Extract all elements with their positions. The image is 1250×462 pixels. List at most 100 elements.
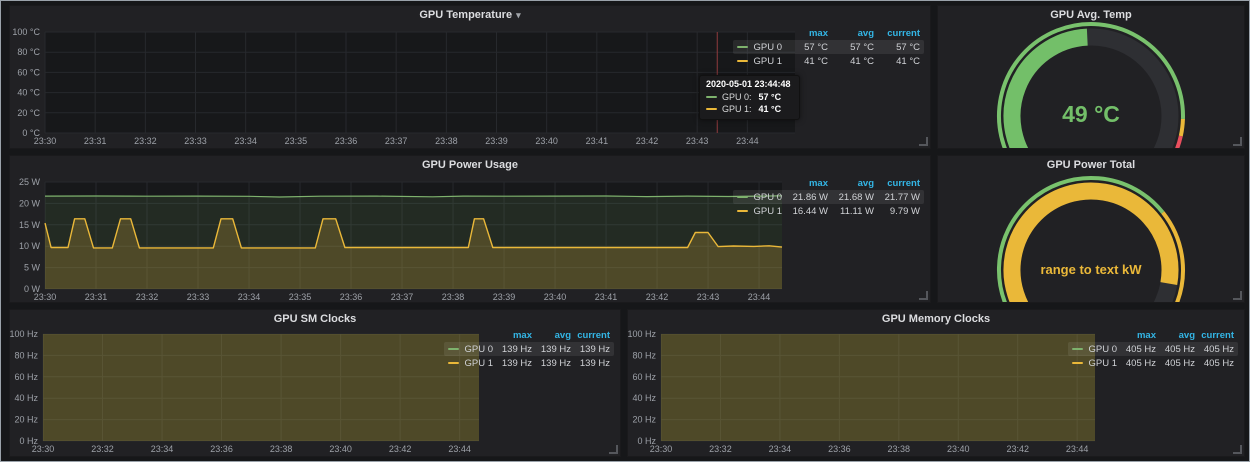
svg-text:40 Hz: 40 Hz [14,393,38,403]
svg-text:100 Hz: 100 Hz [628,329,656,339]
gauge-value-text: 49 °C [938,101,1244,127]
legend-stat-current: 9.79 W [874,206,920,217]
svg-text:0 Hz: 0 Hz [637,436,656,446]
svg-text:60 °C: 60 °C [17,67,40,77]
panel-title-gpu-power-total[interactable]: GPU Power Total [938,156,1244,174]
panel-title-gpu-avg-temp[interactable]: GPU Avg. Temp [938,6,1244,24]
panel-title-text: GPU SM Clocks [274,313,357,325]
panel-resize-handle[interactable] [1233,137,1242,146]
legend-series-gpu-1[interactable]: GPU 1139 Hz139 Hz139 Hz [444,356,614,370]
series-dash-icon [737,196,748,198]
svg-text:23:34: 23:34 [234,136,257,146]
svg-text:23:38: 23:38 [888,444,911,454]
legend-series-gpu-1[interactable]: GPU 1405 Hz405 Hz405 Hz [1068,356,1238,370]
legend-header-avg[interactable]: avg [828,178,874,189]
legend-header-max[interactable]: max [782,28,828,39]
svg-text:100 °C: 100 °C [12,27,40,37]
panel-resize-handle[interactable] [609,445,618,454]
panel-resize-handle[interactable] [919,291,928,300]
gpu-power-usage-legend: maxavgcurrentGPU 021.86 W21.68 W21.77 WG… [733,176,924,218]
legend-stat-avg: 11.11 W [828,206,874,217]
svg-text:23:40: 23:40 [535,136,558,146]
legend-series-gpu-1[interactable]: GPU 141 °C41 °C41 °C [733,54,924,68]
panel-title-gpu-memory-clocks[interactable]: GPU Memory Clocks [628,310,1244,328]
svg-text:23:36: 23:36 [210,444,233,454]
legend-header-max[interactable]: max [782,178,828,189]
legend-series-label: GPU 1 [448,358,493,369]
tooltip-series-value: 57 °C [759,92,782,102]
svg-text:23:34: 23:34 [769,444,792,454]
svg-text:23:44: 23:44 [736,136,759,146]
panel-title-gpu-temperature[interactable]: GPU Temperature▾ [10,6,930,24]
tooltip-series-name: GPU 0: [722,92,752,102]
svg-text:23:42: 23:42 [389,444,412,454]
graph-tooltip: 2020-05-01 23:44:48 GPU 0: 57 °C GPU 1: … [699,75,800,120]
svg-text:23:32: 23:32 [134,136,157,146]
svg-text:23:42: 23:42 [636,136,659,146]
series-dash-icon [448,362,459,364]
legend-header-avg[interactable]: avg [828,28,874,39]
legend-header-current[interactable]: current [571,330,610,341]
legend-header-row: maxavgcurrent [444,328,614,342]
legend-stat-max: 57 °C [782,42,828,53]
panel-title-text: GPU Power Usage [422,159,518,171]
legend-stat-max: 405 Hz [1117,358,1156,369]
svg-text:60 Hz: 60 Hz [632,372,656,382]
svg-text:23:38: 23:38 [270,444,293,454]
svg-text:23:37: 23:37 [385,136,408,146]
series-dash-icon [1072,348,1083,350]
gpu-sm-clocks-legend: maxavgcurrentGPU 0139 Hz139 Hz139 Hz GPU … [444,328,614,370]
panel-resize-handle[interactable] [919,137,928,146]
tooltip-series-value: 41 °C [759,104,782,114]
svg-text:23:40: 23:40 [544,292,567,302]
svg-text:0 °C: 0 °C [22,128,40,138]
panel-gpu-temperature: GPU Temperature▾ 23:3023:3123:3223:3323:… [9,5,931,149]
legend-series-label: GPU 1 [1072,358,1117,369]
legend-series-label: GPU 1 [737,206,782,217]
svg-text:20 °C: 20 °C [17,108,40,118]
legend-header-row: maxavgcurrent [733,26,924,40]
panel-resize-handle[interactable] [1233,291,1242,300]
legend-series-gpu-0[interactable]: GPU 0139 Hz139 Hz139 Hz [444,342,614,356]
legend-header-current[interactable]: current [874,28,920,39]
legend-series-gpu-0[interactable]: GPU 057 °C57 °C57 °C [733,40,924,54]
legend-stat-avg: 57 °C [828,42,874,53]
panel-title-text: GPU Power Total [1047,159,1135,171]
legend-header-current[interactable]: current [1195,330,1234,341]
legend-stat-avg: 405 Hz [1156,358,1195,369]
series-dash-icon [706,96,717,98]
svg-text:15 W: 15 W [19,220,41,230]
legend-series-gpu-1[interactable]: GPU 116.44 W11.11 W9.79 W [733,204,924,218]
panel-title-gpu-power-usage[interactable]: GPU Power Usage [10,156,930,174]
legend-stat-max: 21.86 W [782,192,828,203]
legend-header-max[interactable]: max [493,330,532,341]
legend-series-gpu-0[interactable]: GPU 0405 Hz405 Hz405 Hz [1068,342,1238,356]
legend-stat-current: 57 °C [874,42,920,53]
panel-title-gpu-sm-clocks[interactable]: GPU SM Clocks [10,310,620,328]
svg-text:23:44: 23:44 [448,444,471,454]
legend-stat-current: 139 Hz [571,358,610,369]
legend-series-label: GPU 0 [737,192,782,203]
svg-text:23:33: 23:33 [187,292,210,302]
svg-text:20 W: 20 W [19,198,41,208]
panel-title-text: GPU Memory Clocks [882,313,990,325]
svg-text:23:43: 23:43 [697,292,720,302]
panel-gpu-sm-clocks: GPU SM Clocks 23:3023:3223:3423:3623:382… [9,309,621,457]
legend-header-max[interactable]: max [1117,330,1156,341]
svg-text:23:38: 23:38 [435,136,458,146]
legend-stat-avg: 21.68 W [828,192,874,203]
legend-header-current[interactable]: current [874,178,920,189]
series-dash-icon [737,210,748,212]
legend-header-avg[interactable]: avg [1156,330,1195,341]
panel-gpu-power-total: GPU Power Total range to text kW [937,155,1245,303]
legend-stat-avg: 41 °C [828,56,874,67]
panel-gpu-power-usage: GPU Power Usage 23:3023:3123:3223:3323:3… [9,155,931,303]
svg-text:23:34: 23:34 [151,444,174,454]
svg-text:23:41: 23:41 [595,292,618,302]
svg-text:80 °C: 80 °C [17,47,40,57]
svg-text:5 W: 5 W [24,263,41,273]
gpu-power-total-gauge [938,156,1244,302]
legend-series-gpu-0[interactable]: GPU 021.86 W21.68 W21.77 W [733,190,924,204]
legend-header-avg[interactable]: avg [532,330,571,341]
panel-resize-handle[interactable] [1233,445,1242,454]
